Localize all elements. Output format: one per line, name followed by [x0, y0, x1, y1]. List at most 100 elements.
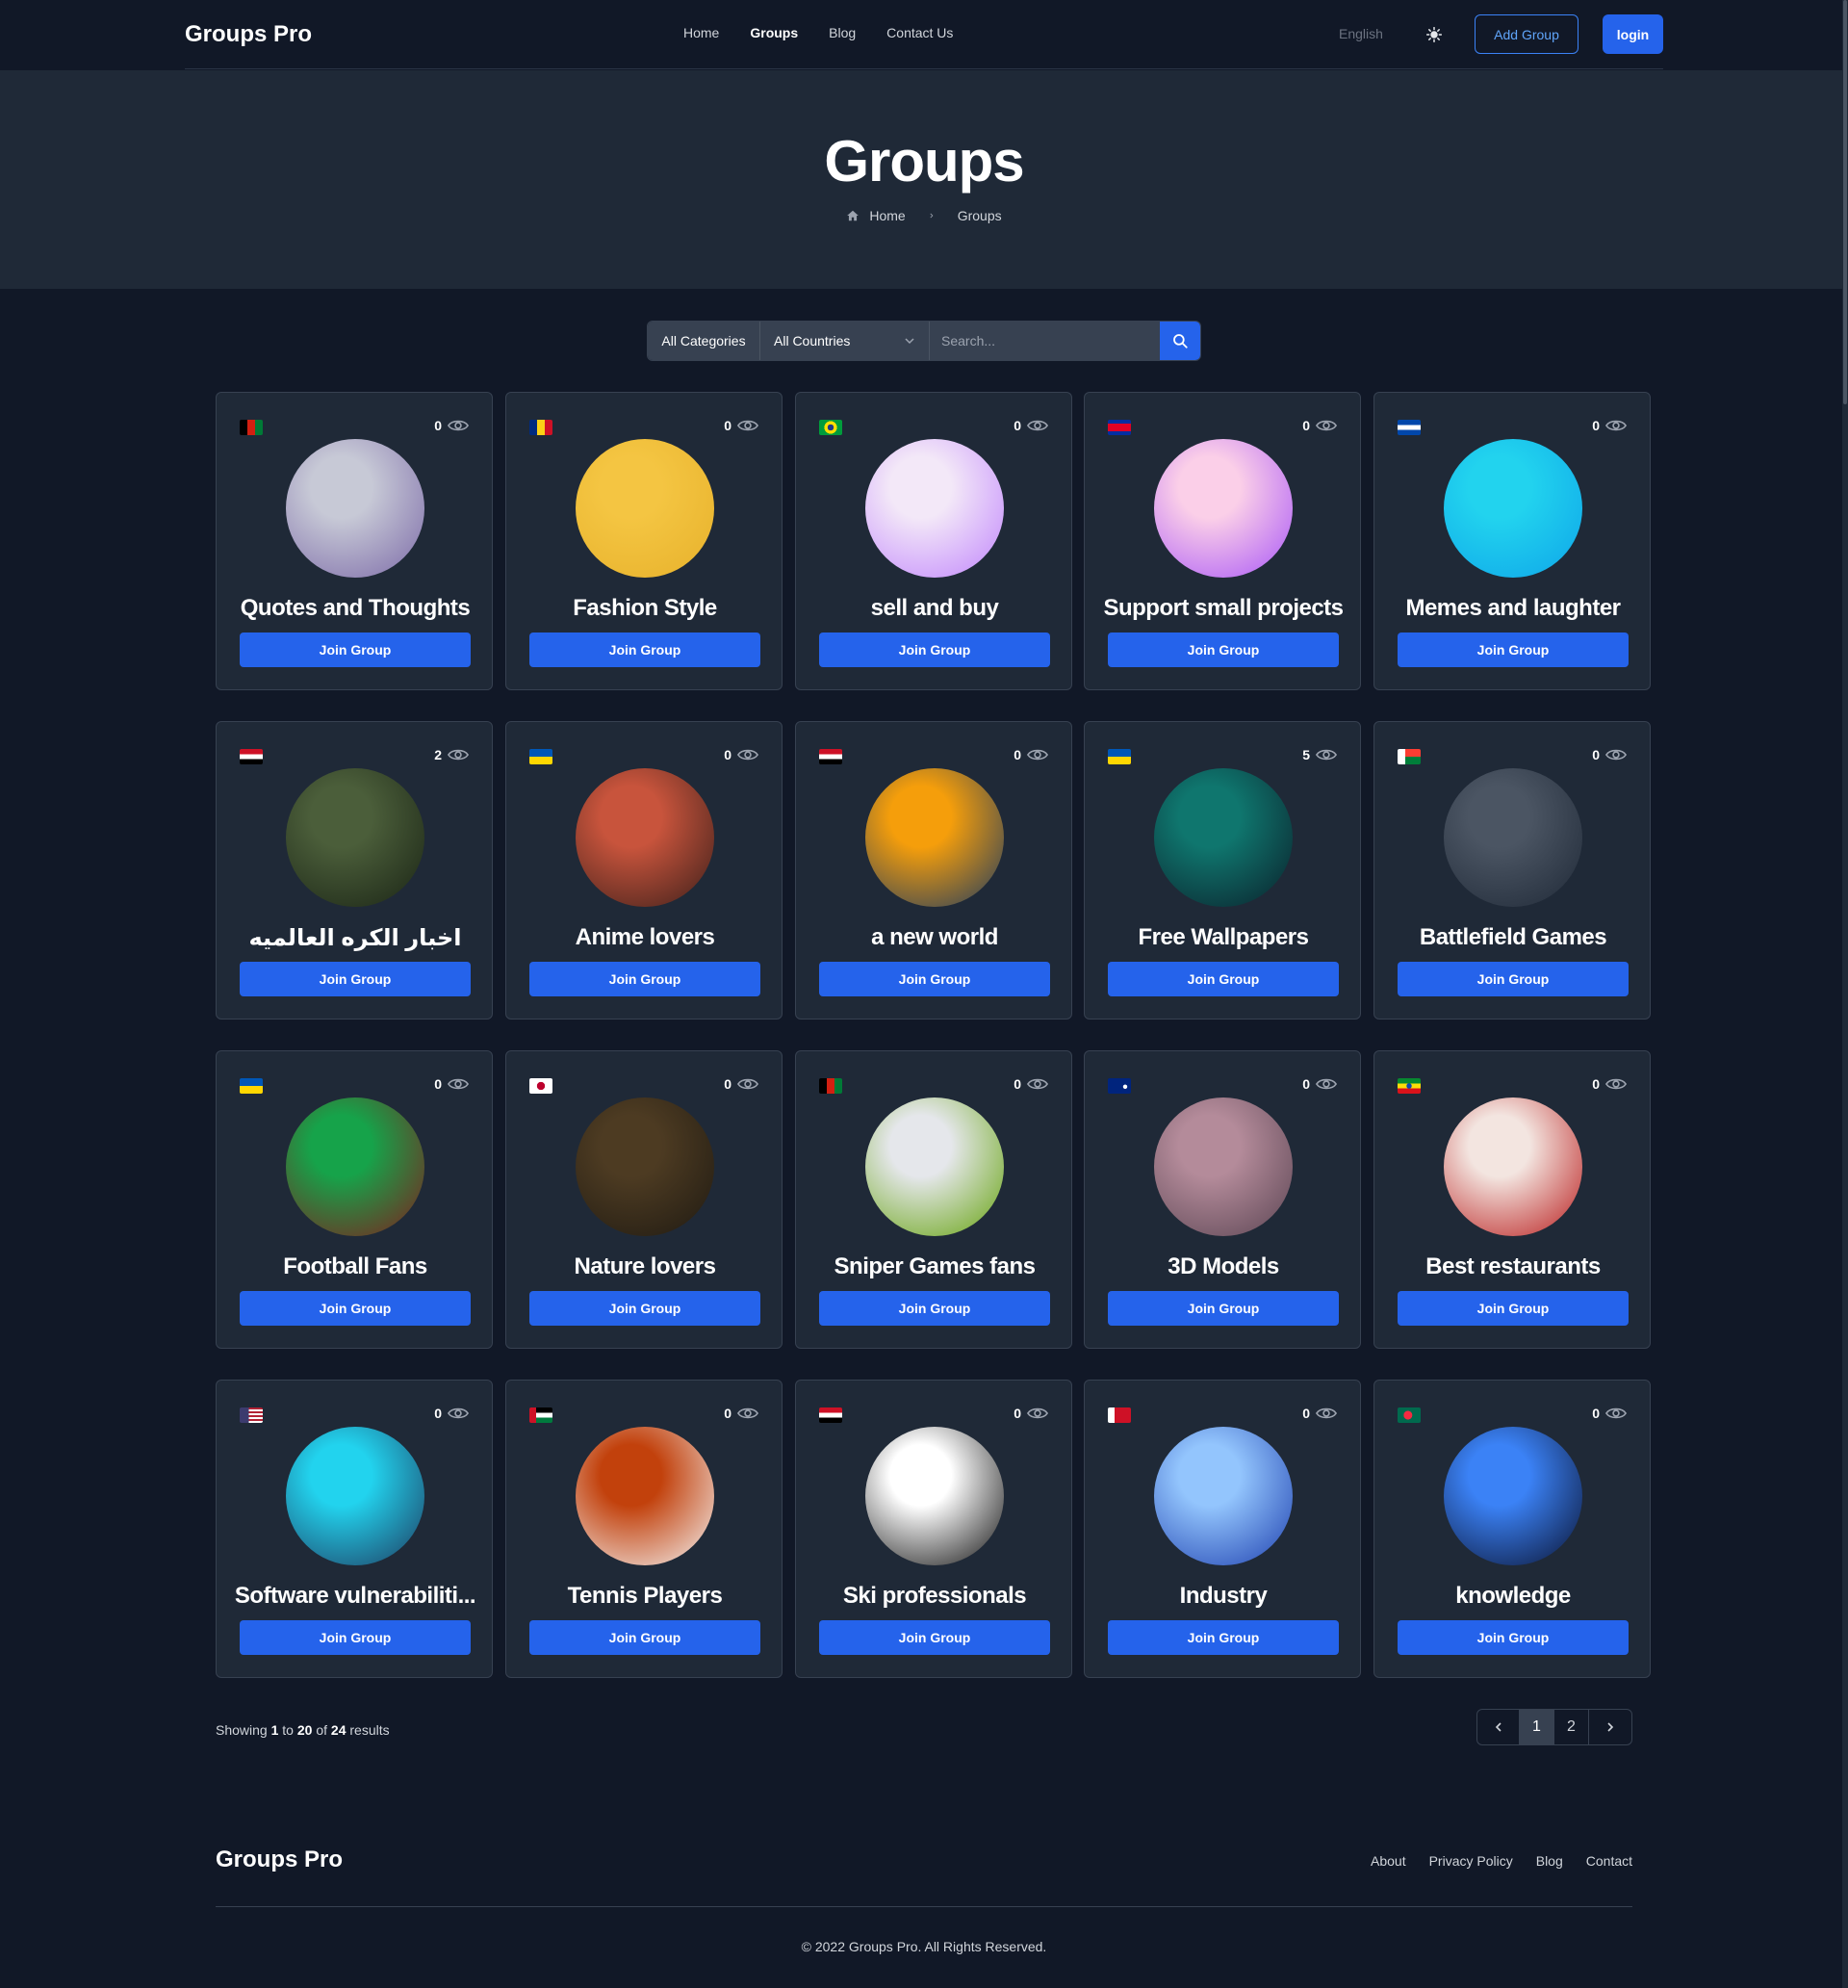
breadcrumb-home-link[interactable]: Home	[869, 208, 905, 223]
group-avatar[interactable]	[286, 1097, 424, 1236]
group-avatar[interactable]	[576, 1097, 714, 1236]
search-button[interactable]	[1160, 322, 1200, 360]
group-card[interactable]: 0 Sniper Games fans Join Group	[795, 1050, 1072, 1349]
group-name[interactable]: اخبار الكره العالميه	[226, 924, 484, 952]
join-group-button[interactable]: Join Group	[819, 633, 1050, 667]
group-avatar[interactable]	[286, 439, 424, 578]
join-group-button[interactable]: Join Group	[1108, 1291, 1339, 1326]
group-avatar[interactable]	[1444, 439, 1582, 578]
category-select[interactable]: All Categories	[648, 322, 760, 360]
group-avatar[interactable]	[1444, 1427, 1582, 1565]
group-avatar[interactable]	[865, 768, 1004, 907]
group-name[interactable]: 3D Models	[1094, 1253, 1352, 1280]
join-group-button[interactable]: Join Group	[529, 633, 760, 667]
group-name[interactable]: Fashion Style	[516, 595, 774, 622]
group-card[interactable]: 0 Fashion Style Join Group	[505, 392, 783, 690]
group-card[interactable]: 0 Memes and laughter Join Group	[1373, 392, 1651, 690]
group-name[interactable]: Software vulnerabiliti...	[226, 1583, 484, 1610]
group-name[interactable]: Free Wallpapers	[1094, 924, 1352, 951]
group-avatar[interactable]	[865, 439, 1004, 578]
search-input[interactable]: Search...	[930, 322, 1160, 360]
group-avatar[interactable]	[1444, 768, 1582, 907]
add-group-button[interactable]: Add Group	[1475, 14, 1578, 54]
group-card[interactable]: 0 sell and buy Join Group	[795, 392, 1072, 690]
group-avatar[interactable]	[1154, 439, 1293, 578]
join-group-button[interactable]: Join Group	[240, 1291, 471, 1326]
group-avatar[interactable]	[286, 1427, 424, 1565]
group-name[interactable]: knowledge	[1384, 1583, 1642, 1610]
join-group-button[interactable]: Join Group	[1398, 633, 1629, 667]
group-name[interactable]: Battlefield Games	[1384, 924, 1642, 951]
group-avatar[interactable]	[576, 439, 714, 578]
footer-link-privacy[interactable]: Privacy Policy	[1429, 1853, 1513, 1869]
theme-toggle-button[interactable]	[1423, 23, 1446, 46]
join-group-button[interactable]: Join Group	[1108, 633, 1339, 667]
join-group-button[interactable]: Join Group	[819, 1620, 1050, 1655]
nav-link-home[interactable]: Home	[683, 25, 719, 40]
group-name[interactable]: sell and buy	[806, 595, 1064, 622]
group-card[interactable]: 2 اخبار الكره العالميه Join Group	[216, 721, 493, 1020]
footer-link-about[interactable]: About	[1371, 1853, 1406, 1869]
join-group-button[interactable]: Join Group	[1398, 962, 1629, 996]
group-name[interactable]: Football Fans	[226, 1253, 484, 1280]
group-name[interactable]: Tennis Players	[516, 1583, 774, 1610]
group-card[interactable]: 0 Support small projects Join Group	[1084, 392, 1361, 690]
group-avatar[interactable]	[865, 1097, 1004, 1236]
group-name[interactable]: Memes and laughter	[1384, 595, 1642, 622]
group-name[interactable]: a new world	[806, 924, 1064, 951]
group-card[interactable]: 0 a new world Join Group	[795, 721, 1072, 1020]
group-card[interactable]: 0 Anime lovers Join Group	[505, 721, 783, 1020]
group-avatar[interactable]	[1444, 1097, 1582, 1236]
group-name[interactable]: Anime lovers	[516, 924, 774, 951]
group-avatar[interactable]	[576, 768, 714, 907]
group-name[interactable]: Sniper Games fans	[806, 1253, 1064, 1280]
group-card[interactable]: 0 Ski professionals Join Group	[795, 1380, 1072, 1678]
group-avatar[interactable]	[286, 768, 424, 907]
join-group-button[interactable]: Join Group	[1108, 962, 1339, 996]
join-group-button[interactable]: Join Group	[240, 1620, 471, 1655]
group-card[interactable]: 0 Football Fans Join Group	[216, 1050, 493, 1349]
language-selector[interactable]: English	[1339, 26, 1383, 41]
group-name[interactable]: Best restaurants	[1384, 1253, 1642, 1280]
group-avatar[interactable]	[1154, 1097, 1293, 1236]
pagination-page-2[interactable]: 2	[1554, 1710, 1589, 1744]
brand-logo[interactable]: Groups Pro	[185, 21, 312, 48]
join-group-button[interactable]: Join Group	[1108, 1620, 1339, 1655]
group-avatar[interactable]	[1154, 768, 1293, 907]
group-card[interactable]: 0 Software vulnerabiliti... Join Group	[216, 1380, 493, 1678]
group-card[interactable]: 0 Best restaurants Join Group	[1373, 1050, 1651, 1349]
group-name[interactable]: Ski professionals	[806, 1583, 1064, 1610]
group-card[interactable]: 0 3D Models Join Group	[1084, 1050, 1361, 1349]
group-name[interactable]: Support small projects	[1094, 595, 1352, 622]
group-avatar[interactable]	[576, 1427, 714, 1565]
join-group-button[interactable]: Join Group	[529, 1291, 760, 1326]
group-card[interactable]: 0 Battlefield Games Join Group	[1373, 721, 1651, 1020]
group-card[interactable]: 0 Tennis Players Join Group	[505, 1380, 783, 1678]
join-group-button[interactable]: Join Group	[240, 962, 471, 996]
nav-link-groups[interactable]: Groups	[750, 25, 798, 40]
group-card[interactable]: 0 Nature lovers Join Group	[505, 1050, 783, 1349]
group-name[interactable]: Nature lovers	[516, 1253, 774, 1280]
join-group-button[interactable]: Join Group	[1398, 1291, 1629, 1326]
group-card[interactable]: 0 Quotes and Thoughts Join Group	[216, 392, 493, 690]
join-group-button[interactable]: Join Group	[1398, 1620, 1629, 1655]
join-group-button[interactable]: Join Group	[529, 1620, 760, 1655]
nav-link-blog[interactable]: Blog	[829, 25, 856, 40]
footer-link-blog[interactable]: Blog	[1536, 1853, 1563, 1869]
nav-link-contact[interactable]: Contact Us	[886, 25, 953, 40]
pagination-next-button[interactable]	[1589, 1710, 1631, 1744]
scrollbar-thumb[interactable]	[1843, 0, 1847, 404]
login-button[interactable]: login	[1603, 14, 1663, 54]
join-group-button[interactable]: Join Group	[529, 962, 760, 996]
group-avatar[interactable]	[1154, 1427, 1293, 1565]
join-group-button[interactable]: Join Group	[819, 1291, 1050, 1326]
group-card[interactable]: 0 Industry Join Group	[1084, 1380, 1361, 1678]
group-name[interactable]: Quotes and Thoughts	[226, 595, 484, 622]
join-group-button[interactable]: Join Group	[240, 633, 471, 667]
join-group-button[interactable]: Join Group	[819, 962, 1050, 996]
country-select[interactable]: All Countries	[760, 322, 930, 360]
pagination-prev-button[interactable]	[1477, 1710, 1520, 1744]
group-card[interactable]: 5 Free Wallpapers Join Group	[1084, 721, 1361, 1020]
footer-brand[interactable]: Groups Pro	[216, 1846, 343, 1873]
group-card[interactable]: 0 knowledge Join Group	[1373, 1380, 1651, 1678]
